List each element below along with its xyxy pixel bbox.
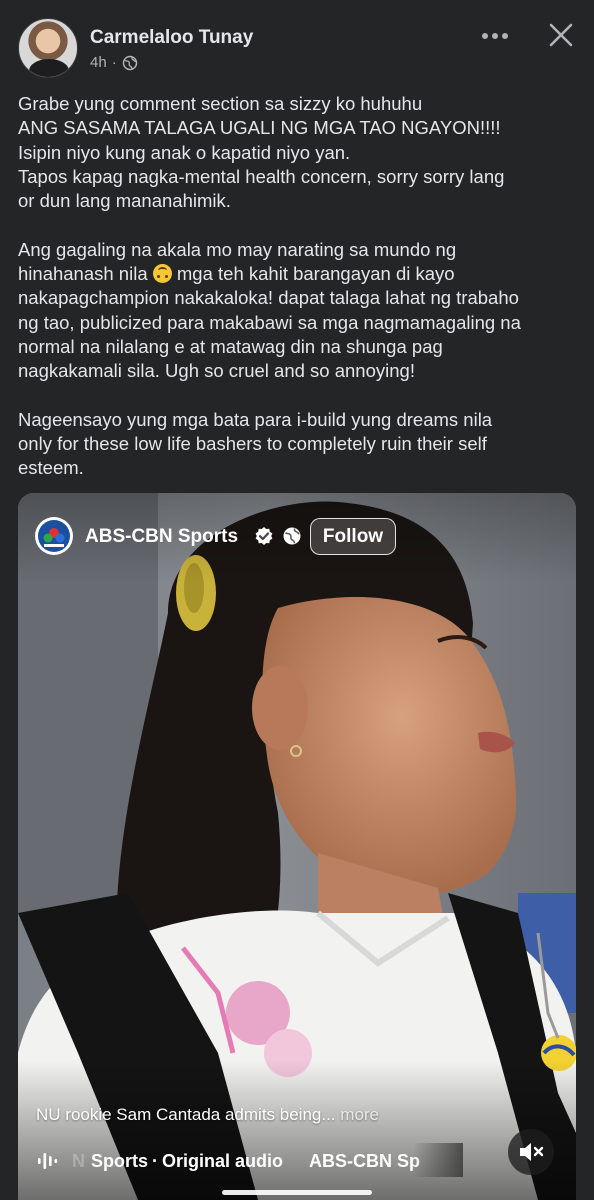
- post-text-line: Isipin niyo kung anak o kapatid niyo yan…: [18, 141, 351, 163]
- post-text-segment: mga teh kahit barangayan di kayo: [171, 263, 455, 285]
- audio-label: Original audio: [162, 1150, 284, 1171]
- post-text-line: ng tao, publicized para makabawi sa mga …: [18, 311, 521, 333]
- caption-more-link[interactable]: more: [340, 1105, 379, 1124]
- post-text-line: esteem.: [18, 457, 84, 479]
- author-name[interactable]: Carmelaloo Tunay: [90, 27, 253, 49]
- post-text-line: Grabe yung comment section sa sizzy ko h…: [18, 93, 423, 114]
- post-text-line: Tapos kapag nagka-mental health concern,…: [18, 165, 505, 187]
- meta-separator: ·: [111, 54, 117, 71]
- abs-cbn-logo-icon[interactable]: [35, 517, 73, 555]
- post-text-line: Nageensayo yung mga bata para i-build yu…: [18, 408, 493, 430]
- audio-scroll-text: ABS-CBN Sp: [309, 1150, 421, 1171]
- post-text-segment: hinahanash nila: [18, 263, 148, 285]
- post-header: Carmelaloo Tunay 4h ·: [0, 0, 594, 90]
- post-meta: 4h ·: [90, 54, 138, 71]
- audio-text-fade: [413, 1143, 463, 1177]
- post-time[interactable]: 4h: [90, 54, 107, 71]
- globe-icon: [122, 55, 137, 70]
- post-body: Grabe yung comment section sa sizzy ko h…: [18, 92, 580, 481]
- video-bottom-overlay: [18, 1060, 576, 1200]
- muted-speaker-icon: [520, 1143, 544, 1161]
- more-options-icon[interactable]: [478, 24, 512, 48]
- globe-icon: [283, 527, 301, 545]
- audio-source: Sports: [91, 1150, 149, 1171]
- mute-toggle-button[interactable]: [508, 1129, 554, 1175]
- upside-down-face-emoji-icon: [152, 264, 172, 284]
- post-text-line: nagkakamali sila. Ugh so cruel and so an…: [18, 360, 415, 382]
- author-avatar[interactable]: [18, 18, 78, 78]
- post-text-line: nakapagchampion nakakaloka! dapat talaga…: [18, 287, 519, 309]
- abs-cbn-logo-mark: [38, 520, 70, 552]
- home-indicator[interactable]: [222, 1190, 372, 1195]
- post-text-line: Ang gagaling na akala mo may narating sa…: [18, 238, 457, 260]
- post-text-line-with-emoji: hinahanash nila mga teh kahit barangayan…: [18, 262, 580, 286]
- post-text-line: only for these low life bashers to compl…: [18, 433, 487, 455]
- verified-badge-icon: [255, 527, 273, 545]
- audio-prefix-fragment: N: [72, 1150, 85, 1171]
- follow-button[interactable]: Follow: [310, 518, 396, 555]
- audio-attribution[interactable]: N Sports · Original audio ABS-CBN Sp: [36, 1149, 456, 1173]
- close-icon[interactable]: [546, 20, 576, 50]
- video-page-name[interactable]: ABS-CBN Sports: [85, 526, 238, 548]
- post-text-line: or dun lang mananahimik.: [18, 190, 231, 212]
- audio-separator: ·: [152, 1150, 159, 1171]
- video-caption-text: NU rookie Sam Cantada admits being...: [36, 1105, 336, 1124]
- video-caption[interactable]: NU rookie Sam Cantada admits being... mo…: [36, 1105, 379, 1125]
- audio-bars-icon: [38, 1153, 58, 1169]
- shared-video-card[interactable]: ABS-CBN Sports Follow NU rookie Sam Cant…: [18, 493, 576, 1200]
- post-text-line: ANG SASAMA TALAGA UGALI NG MGA TAO NGAYO…: [18, 117, 501, 139]
- post-text-line: normal na nilalang e at matawag din na s…: [18, 335, 443, 357]
